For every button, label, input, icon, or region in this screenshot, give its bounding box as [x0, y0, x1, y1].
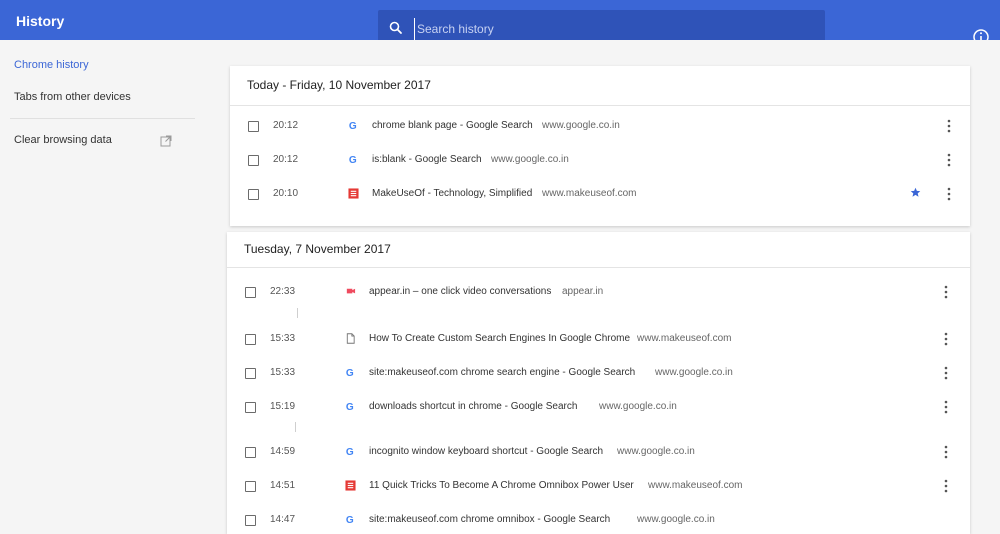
time-gap-marker — [295, 422, 296, 432]
visit-time: 22:33 — [270, 286, 296, 297]
history-entry-title[interactable]: chrome blank page - Google Search — [372, 120, 533, 131]
select-checkbox[interactable] — [245, 515, 256, 526]
history-entry-domain: appear.in — [562, 286, 604, 297]
sidebar-item-clear-browsing-data[interactable]: Clear browsing data — [14, 134, 112, 146]
appear-in-icon — [346, 288, 356, 294]
visit-time: 20:10 — [273, 188, 299, 199]
group-divider — [227, 267, 970, 268]
external-link-icon — [160, 135, 172, 147]
history-entry-domain: www.makeuseof.com — [637, 333, 732, 344]
more-actions-icon[interactable] — [941, 365, 951, 381]
history-entry-title[interactable]: 11 Quick Tricks To Become A Chrome Omnib… — [369, 480, 634, 491]
sidebar-divider — [10, 118, 195, 119]
history-row[interactable]: 15:33 How To Create Custom Search Engine… — [245, 331, 957, 351]
history-row[interactable]: 14:47 G site:makeuseof.com chrome omnibo… — [245, 512, 957, 532]
more-actions-icon[interactable] — [941, 399, 951, 415]
select-checkbox[interactable] — [248, 121, 259, 132]
history-entry-domain: www.google.co.in — [617, 446, 695, 457]
more-actions-icon[interactable] — [944, 152, 954, 168]
history-row[interactable]: 14:59 G incognito window keyboard shortc… — [245, 444, 957, 464]
sidebar-item-tabs-from-other-devices[interactable]: Tabs from other devices — [14, 91, 131, 103]
select-checkbox[interactable] — [245, 447, 256, 458]
select-checkbox[interactable] — [245, 368, 256, 379]
google-icon: G — [346, 402, 354, 412]
visit-time: 14:51 — [270, 480, 296, 491]
google-icon: G — [346, 447, 354, 457]
bookmark-star-icon[interactable] — [910, 187, 921, 198]
more-actions-icon[interactable] — [941, 478, 951, 494]
group-date-heading: Today - Friday, 10 November 2017 — [247, 78, 431, 92]
page-title: History — [16, 13, 65, 29]
google-icon: G — [346, 515, 354, 525]
svg-text:G: G — [349, 155, 357, 165]
sidebar-item-chrome-history[interactable]: Chrome history — [14, 59, 89, 71]
svg-text:G: G — [346, 515, 354, 525]
makeuseof-icon — [345, 480, 356, 491]
svg-text:G: G — [349, 121, 357, 131]
history-entry-domain: www.google.co.in — [542, 120, 620, 131]
visit-time: 15:19 — [270, 401, 296, 412]
history-entry-domain: www.google.co.in — [491, 154, 569, 165]
history-entry-title[interactable]: appear.in – one click video conversation… — [369, 286, 551, 297]
select-checkbox[interactable] — [245, 334, 256, 345]
visit-time: 14:47 — [270, 514, 296, 525]
history-row[interactable]: 15:33 G site:makeuseof.com chrome search… — [245, 365, 957, 385]
visit-time: 15:33 — [270, 367, 296, 378]
history-entry-title[interactable]: site:makeuseof.com chrome search engine … — [369, 367, 635, 378]
history-row[interactable]: 20:10 MakeUseOf - Technology, Simplified… — [248, 186, 958, 206]
sidebar: Chrome history Tabs from other devices C… — [0, 40, 210, 534]
svg-text:G: G — [346, 447, 354, 457]
history-group-tuesday: Tuesday, 7 November 2017 22:33 appear.in… — [227, 232, 970, 534]
select-checkbox[interactable] — [245, 481, 256, 492]
more-actions-icon[interactable] — [944, 186, 954, 202]
group-date-heading: Tuesday, 7 November 2017 — [244, 242, 391, 256]
history-entry-title[interactable]: site:makeuseof.com chrome omnibox - Goog… — [369, 514, 610, 525]
visit-time: 14:59 — [270, 446, 296, 457]
history-main: Today - Friday, 10 November 2017 20:12 G… — [210, 40, 1000, 534]
google-icon: G — [349, 155, 357, 165]
history-entry-title[interactable]: How To Create Custom Search Engines In G… — [369, 333, 630, 344]
history-row[interactable]: 15:19 G downloads shortcut in chrome - G… — [245, 399, 957, 419]
more-actions-icon[interactable] — [941, 284, 951, 300]
more-actions-icon[interactable] — [941, 331, 951, 347]
visit-time: 15:33 — [270, 333, 296, 344]
history-entry-domain: www.makeuseof.com — [542, 188, 637, 199]
history-row[interactable]: 22:33 appear.in – one click video conver… — [245, 284, 957, 304]
page-icon — [346, 333, 355, 344]
history-group-today: Today - Friday, 10 November 2017 20:12 G… — [230, 66, 970, 226]
history-row[interactable]: 14:51 11 Quick Tricks To Become A Chrome… — [245, 478, 957, 498]
more-actions-icon[interactable] — [941, 444, 951, 460]
history-entry-domain: www.makeuseof.com — [648, 480, 743, 491]
select-checkbox[interactable] — [245, 287, 256, 298]
time-gap-marker — [297, 308, 298, 318]
group-divider — [230, 105, 970, 106]
makeuseof-icon — [348, 188, 359, 199]
select-checkbox[interactable] — [248, 189, 259, 200]
visit-time: 20:12 — [273, 154, 299, 165]
history-entry-domain: www.google.co.in — [599, 401, 677, 412]
google-icon: G — [349, 121, 357, 131]
svg-text:G: G — [346, 402, 354, 412]
svg-text:G: G — [346, 368, 354, 378]
history-entry-title[interactable]: incognito window keyboard shortcut - Goo… — [369, 446, 603, 457]
history-entry-domain: www.google.co.in — [655, 367, 733, 378]
visit-time: 20:12 — [273, 120, 299, 131]
history-entry-title[interactable]: downloads shortcut in chrome - Google Se… — [369, 401, 577, 412]
select-checkbox[interactable] — [245, 402, 256, 413]
history-entry-domain: www.google.co.in — [637, 514, 715, 525]
history-entry-title[interactable]: MakeUseOf - Technology, Simplified — [372, 188, 532, 199]
search-input[interactable] — [414, 18, 794, 40]
more-actions-icon[interactable] — [944, 118, 954, 134]
history-row[interactable]: 20:12 G is:blank - Google Search www.goo… — [248, 152, 958, 172]
history-entry-title[interactable]: is:blank - Google Search — [372, 154, 482, 165]
google-icon: G — [346, 368, 354, 378]
search-icon — [389, 21, 402, 34]
history-row[interactable]: 20:12 G chrome blank page - Google Searc… — [248, 118, 958, 138]
select-checkbox[interactable] — [248, 155, 259, 166]
